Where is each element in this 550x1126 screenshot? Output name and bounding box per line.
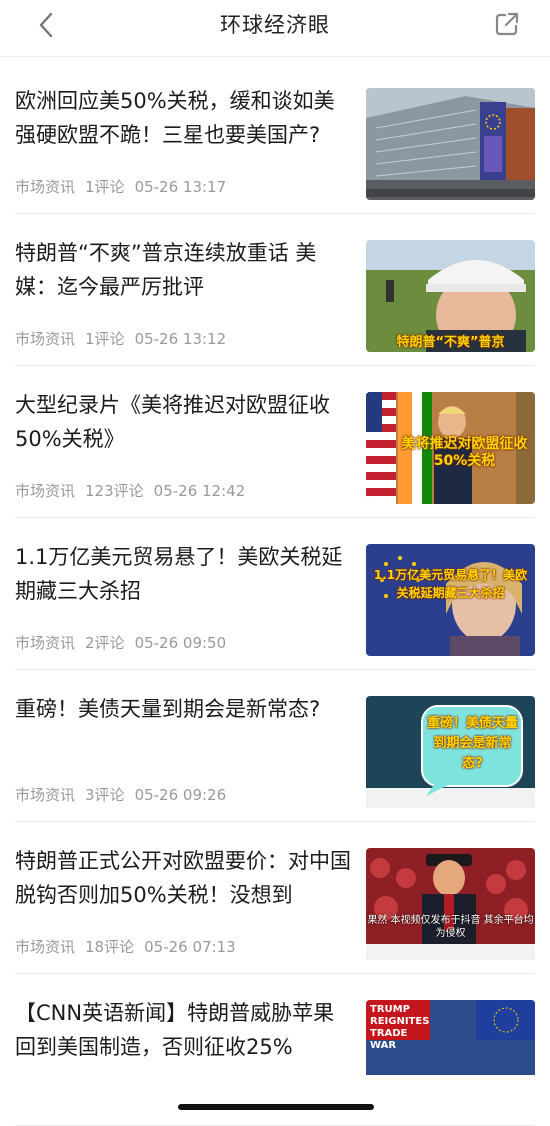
article-source: 市场资讯 (15, 786, 76, 804)
article-source: 市场资讯 (15, 938, 76, 956)
article-thumbnail[interactable]: 特朗普“不爽”普京 (366, 240, 535, 352)
article-title[interactable]: 欧洲回应美50%关税，缓和谈如美强硬欧盟不跪！三星也要美国产? (15, 84, 355, 152)
article-title[interactable]: 特朗普正式公开对欧盟要价：对中国脱钩否则加50%关税！没想到 (15, 844, 355, 912)
article-comments: 18评论 (85, 938, 135, 956)
article-time: 05-26 09:50 (134, 634, 227, 652)
article-title[interactable]: 1.1万亿美元贸易悬了！美欧关税延期藏三大杀招 (15, 540, 355, 608)
article-comments: 3评论 (85, 786, 125, 804)
article-source: 市场资讯 (15, 330, 76, 348)
home-indicator[interactable] (178, 1104, 374, 1110)
article-meta: 市场资讯 2评论 05-26 09:50 (15, 632, 236, 653)
article-feed: 欧洲回应美50%关税，缓和谈如美强硬欧盟不跪！三星也要美国产? 市场资讯 1评论 0… (0, 62, 550, 1126)
article-item[interactable]: 特朗普正式公开对欧盟要价：对中国脱钩否则加50%关税！没想到 市场资讯 18评论 0… (15, 822, 535, 974)
article-meta: 市场资讯 1评论 05-26 13:17 (15, 176, 236, 197)
article-title[interactable]: 【CNN英语新闻】特朗普威胁苹果回到美国制造，否则征收25% (15, 996, 355, 1064)
bottom-safe-area (0, 1075, 550, 1123)
article-title[interactable]: 重磅！美债天量到期会是新常态? (15, 692, 355, 726)
article-source: 市场资讯 (15, 482, 76, 500)
article-meta: 市场资讯 18评论 05-26 07:13 (15, 936, 246, 957)
thumbnail-caption: TRUMP REIGNITES TRADE WAR (370, 1004, 430, 1051)
article-thumbnail[interactable] (366, 88, 535, 200)
article-thumbnail[interactable]: 美将推迟对欧盟征收50%关税 (366, 392, 535, 504)
article-thumbnail[interactable]: 重磅！美债天量到期会是新常态? (366, 696, 535, 808)
article-meta: 市场资讯 1评论 05-26 13:12 (15, 328, 236, 349)
article-item[interactable]: 1.1万亿美元贸易悬了！美欧关税延期藏三大杀招 市场资讯 2评论 05-26 09:… (15, 518, 535, 670)
article-thumbnail[interactable]: 1.1万亿美元贸易悬了！美欧关税延期藏三大杀招 (366, 544, 535, 656)
article-item[interactable]: 大型纪录片《美将推迟对欧盟征收50%关税》 市场资讯 123评论 05-26 12:… (15, 366, 535, 518)
page-title: 环球经济眼 (220, 13, 330, 37)
share-icon (495, 12, 519, 36)
article-item[interactable]: 欧洲回应美50%关税，缓和谈如美强硬欧盟不跪！三星也要美国产? 市场资讯 1评论 0… (15, 62, 535, 214)
article-time: 05-26 13:12 (134, 330, 227, 348)
thumbnail-caption: 美将推迟对欧盟征收50%关税 (401, 436, 528, 469)
article-source: 市场资讯 (15, 634, 76, 652)
article-item[interactable]: 特朗普“不爽”普京连续放重话 美媒：迄今最严厉批评 市场资讯 1评论 05-26 1… (15, 214, 535, 366)
thumbnail-caption: 特朗普“不爽”普京 (396, 335, 505, 350)
thumbnail-caption: 重磅！美债天量到期会是新常态? (426, 716, 518, 771)
article-comments: 1评论 (85, 178, 125, 196)
article-title[interactable]: 大型纪录片《美将推迟对欧盟征收50%关税》 (15, 388, 355, 456)
article-meta: 市场资讯 3评论 05-26 09:26 (15, 784, 236, 805)
article-source: 市场资讯 (15, 178, 76, 196)
article-time: 05-26 09:26 (134, 786, 227, 804)
article-comments: 123评论 (85, 482, 144, 500)
top-bar: 环球经济眼 (0, 0, 550, 57)
article-time: 05-26 12:42 (153, 482, 246, 500)
article-time: 05-26 13:17 (134, 178, 227, 196)
article-title[interactable]: 特朗普“不爽”普京连续放重话 美媒：迄今最严厉批评 (15, 236, 355, 304)
thumbnail-caption: 1.1万亿美元贸易悬了！美欧关税延期藏三大杀招 (373, 568, 528, 600)
share-button[interactable] (494, 11, 520, 37)
eu-building-image (366, 88, 535, 200)
article-comments: 1评论 (85, 330, 125, 348)
article-item[interactable]: 重磅！美债天量到期会是新常态? 市场资讯 3评论 05-26 09:26 重磅！美债… (15, 670, 535, 822)
thumbnail-caption: 果然 本视频仅发布于抖音 其余平台均为侵权 (367, 915, 534, 939)
article-thumbnail[interactable]: 果然 本视频仅发布于抖音 其余平台均为侵权 (366, 848, 535, 960)
article-meta: 市场资讯 123评论 05-26 12:42 (15, 480, 255, 501)
rally-image (366, 848, 535, 960)
article-comments: 2评论 (85, 634, 125, 652)
article-time: 05-26 07:13 (144, 938, 236, 956)
